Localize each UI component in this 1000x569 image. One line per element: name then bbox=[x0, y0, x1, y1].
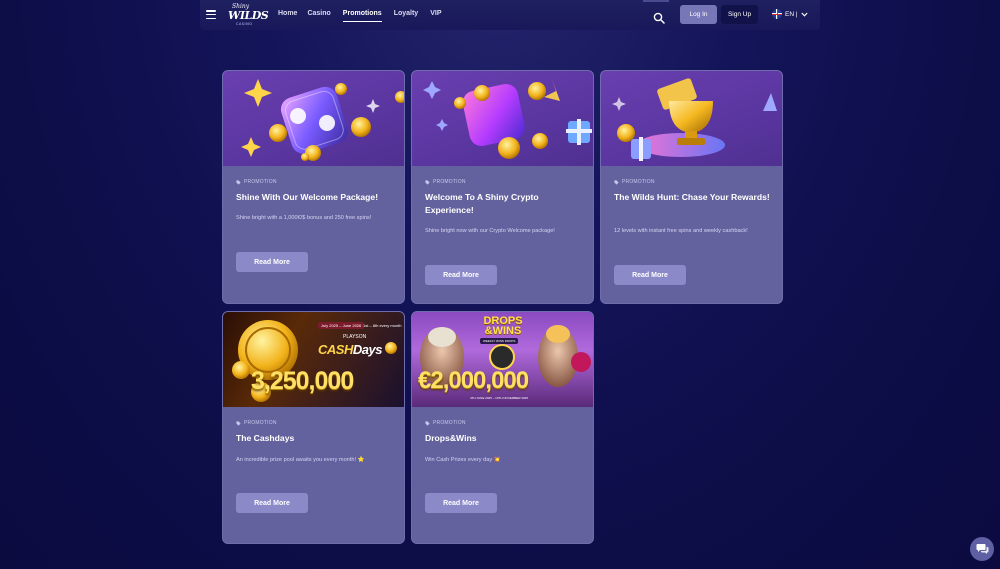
promo-card-welcome: PROMOTION Shine With Our Welcome Package… bbox=[222, 70, 405, 304]
cashdays-amount: 3,250,000 bbox=[251, 367, 354, 395]
signup-button[interactable]: Sign Up bbox=[721, 5, 758, 24]
language-label: EN | bbox=[785, 10, 798, 18]
promotion-tag: PROMOTION bbox=[425, 179, 466, 185]
promo-banner-cashdays: July 2025 – June 2026 1st – 8th every mo… bbox=[223, 312, 404, 407]
drops-wins-logo: DROPS &WINS bbox=[475, 316, 531, 337]
login-button[interactable]: Log In bbox=[680, 5, 717, 24]
promo-card-crypto: PROMOTION Welcome To A Shiny Crypto Expe… bbox=[411, 70, 594, 304]
promo-description: Shine bright now with our Crypto Welcome… bbox=[425, 228, 555, 234]
crypto-dice-illustration bbox=[423, 79, 592, 159]
promo-card-drops-wins: DROPS &WINS WEEKLY WINS DROPS €2,000,000 … bbox=[411, 311, 594, 544]
main-nav: Home Casino Promotions Loyalty VIP bbox=[278, 0, 442, 30]
uk-flag-icon bbox=[772, 9, 782, 19]
tag-icon bbox=[614, 179, 619, 185]
chat-bubble-icon[interactable] bbox=[970, 537, 994, 561]
nav-home[interactable]: Home bbox=[278, 0, 297, 30]
promo-title: Welcome To A Shiny Crypto Experience! bbox=[425, 192, 539, 215]
promo-card-wilds-hunt: PROMOTION The Wilds Hunt: Chase Your Rew… bbox=[600, 70, 783, 304]
drops-wins-logo-wins: &WINS bbox=[484, 325, 522, 337]
tag-label: PROMOTION bbox=[433, 179, 466, 185]
logo-text-wilds: WILDS bbox=[228, 9, 269, 22]
read-more-button[interactable]: Read More bbox=[614, 265, 686, 285]
promo-description: An incredible prize pool awaits you ever… bbox=[236, 457, 365, 463]
promo-card-cashdays: July 2025 – June 2026 1st – 8th every mo… bbox=[222, 311, 405, 544]
drops-wins-amount: €2,000,000 bbox=[418, 367, 529, 394]
nav-vip[interactable]: VIP bbox=[430, 0, 441, 30]
tag-icon bbox=[425, 420, 430, 426]
tag-label: PROMOTION bbox=[244, 420, 277, 426]
hamburger-icon[interactable] bbox=[206, 10, 216, 20]
drops-wins-dates: 4TH JUNE 2025 – 10TH NOVEMBER 2025 bbox=[470, 396, 529, 400]
nav-promotions[interactable]: Promotions bbox=[342, 0, 382, 30]
logo-text-casino: CASINO bbox=[236, 22, 253, 26]
cashdays-logo-cash: CASH bbox=[318, 342, 353, 357]
chevron-down-icon bbox=[800, 12, 808, 17]
promo-title: Drops&Wins bbox=[425, 433, 477, 443]
site-logo[interactable]: Shiny WILDS CASINO bbox=[228, 3, 269, 27]
read-more-button[interactable]: Read More bbox=[236, 252, 308, 272]
promo-banner-drops-wins: DROPS &WINS WEEKLY WINS DROPS €2,000,000 … bbox=[412, 312, 593, 407]
search-icon[interactable] bbox=[653, 9, 665, 24]
nav-loyalty[interactable]: Loyalty bbox=[394, 0, 419, 30]
top-header: Shiny WILDS CASINO Home Casino Promotion… bbox=[200, 0, 820, 30]
promo-description: Win Cash Prizes every day 💥 bbox=[425, 457, 501, 463]
promotion-tag: PROMOTION bbox=[425, 420, 466, 426]
trophy-illustration bbox=[612, 78, 777, 161]
language-selector[interactable]: EN | bbox=[772, 9, 808, 19]
tag-label: PROMOTION bbox=[433, 420, 466, 426]
promotion-tag: PROMOTION bbox=[236, 179, 277, 185]
cashdays-period: 1st – 8th every month bbox=[363, 323, 402, 328]
tag-icon bbox=[236, 420, 241, 426]
read-more-button[interactable]: Read More bbox=[236, 493, 308, 513]
cashdays-dates: July 2025 – June 2026 bbox=[318, 322, 365, 329]
promotion-tag: PROMOTION bbox=[614, 179, 655, 185]
promo-description: 12 levels with instant free spins and we… bbox=[614, 228, 748, 234]
promo-title: The Cashdays bbox=[236, 433, 295, 443]
tag-label: PROMOTION bbox=[244, 179, 277, 185]
tag-label: PROMOTION bbox=[622, 179, 655, 185]
playson-brand: PLAYSON bbox=[343, 334, 367, 340]
drops-wins-sub: WEEKLY WINS DROPS bbox=[480, 338, 519, 344]
promotion-tag: PROMOTION bbox=[236, 420, 277, 426]
read-more-button[interactable]: Read More bbox=[425, 265, 497, 285]
cashdays-logo-days: Days bbox=[352, 342, 383, 357]
promo-banner-crypto bbox=[412, 71, 593, 166]
promo-title: Shine With Our Welcome Package! bbox=[236, 192, 379, 202]
nav-casino[interactable]: Casino bbox=[307, 0, 330, 30]
tag-icon bbox=[425, 179, 430, 185]
dice-coins-illustration bbox=[241, 79, 404, 161]
promo-banner-welcome bbox=[223, 71, 404, 166]
promo-description: Shine bright with a 1,000€/$ bonus and 2… bbox=[236, 215, 372, 221]
cashdays-logo: CASHDays bbox=[318, 342, 382, 357]
promo-title: The Wilds Hunt: Chase Your Rewards! bbox=[614, 192, 770, 202]
header-accent bbox=[643, 0, 669, 2]
promo-banner-wilds-hunt bbox=[601, 71, 782, 166]
tag-icon bbox=[236, 179, 241, 185]
read-more-button[interactable]: Read More bbox=[425, 493, 497, 513]
